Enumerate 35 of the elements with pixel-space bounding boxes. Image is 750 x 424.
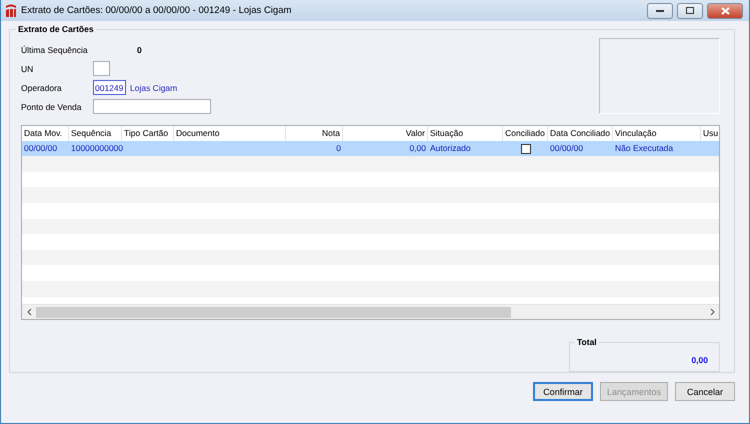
maximize-button[interactable] [677, 2, 703, 18]
horizontal-scrollbar[interactable] [22, 304, 719, 319]
table-cell: Autorizado [430, 143, 471, 154]
group-title: Extrato de Cartões [16, 24, 96, 34]
close-icon [720, 6, 730, 14]
code-field[interactable]: 001249 [93, 80, 126, 95]
app-logo-icon [5, 4, 17, 17]
minimize-button[interactable] [647, 2, 673, 18]
minimize-icon [656, 9, 664, 12]
total-title: Total [575, 337, 599, 347]
table-cell: 0,00 [409, 143, 426, 154]
field-label: Operadora [21, 82, 63, 92]
scroll-right-icon[interactable] [710, 308, 714, 316]
table-cell: Não Executada [615, 143, 674, 154]
input-field[interactable] [93, 99, 211, 114]
table-cell: 0 [336, 143, 341, 154]
input-field[interactable] [93, 61, 110, 76]
scroll-thumb[interactable] [36, 306, 511, 318]
close-button[interactable] [707, 2, 743, 18]
dialog-button[interactable]: Cancelar [675, 382, 735, 401]
sequence-value: 0 [137, 44, 142, 54]
operator-name: Lojas Cigam [130, 82, 178, 92]
total-value: 0,00 [691, 355, 708, 365]
scroll-left-icon[interactable] [26, 308, 32, 316]
dialog-button[interactable]: Confirmar [532, 382, 593, 401]
maximize-icon [686, 7, 694, 14]
field-label: Última Sequência [21, 44, 89, 54]
field-label: Ponto de Venda [21, 102, 83, 112]
window-title: Extrato de Cartões: 00/00/00 a 00/00/00 - 001249 - Lojas Cigam [21, 5, 292, 16]
table-row[interactable]: 00/00/00 10000000000 0 0,00 Autorizado 00/00/00 Não Executada [22, 140, 719, 156]
table-cell: 00/00/00 [550, 143, 584, 154]
checkbox[interactable] [520, 144, 530, 154]
table-cell: 10000000000 [71, 143, 124, 154]
field-label: UN [21, 64, 34, 74]
table-cell: 00/00/00 [24, 143, 58, 154]
